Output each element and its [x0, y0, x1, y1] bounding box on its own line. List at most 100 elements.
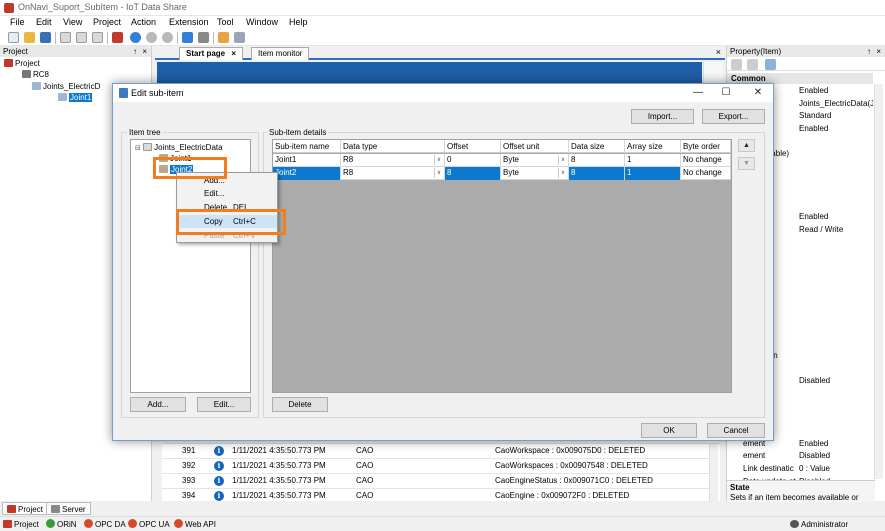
- move-down-button[interactable]: ▼: [738, 157, 755, 170]
- cell-data-type[interactable]: R8 ∨: [341, 154, 445, 167]
- categorized-icon[interactable]: [731, 59, 742, 70]
- pin-icon[interactable]: ↑: [133, 46, 137, 57]
- tab-start-page[interactable]: Start page ×: [179, 47, 244, 60]
- copy-icon[interactable]: [76, 32, 87, 43]
- tree-item-joints-electric[interactable]: Joints_ElectricD: [32, 81, 100, 92]
- menu-file[interactable]: File: [10, 17, 25, 27]
- menu-item-edit[interactable]: Edit...: [177, 187, 277, 200]
- info-icon: i: [214, 446, 224, 456]
- menu-view[interactable]: View: [63, 17, 82, 27]
- chevron-down-icon[interactable]: ∨: [558, 168, 567, 178]
- chevron-down-icon[interactable]: ∨: [434, 168, 443, 178]
- tree-item-rc8[interactable]: RC8: [22, 69, 49, 80]
- property-pages-icon[interactable]: [765, 59, 776, 70]
- tools-icon[interactable]: [234, 32, 245, 43]
- export-button[interactable]: Export...: [702, 109, 765, 124]
- menu-action[interactable]: Action: [131, 17, 156, 27]
- tab-item-monitor[interactable]: Item monitor: [251, 47, 310, 60]
- close-icon[interactable]: ×: [142, 46, 147, 57]
- col-offset[interactable]: Offset: [445, 140, 501, 153]
- cell-offset[interactable]: 8: [445, 167, 501, 180]
- close-tab-icon[interactable]: ×: [231, 49, 236, 58]
- import-button[interactable]: Import...: [631, 109, 694, 124]
- save-icon[interactable]: [40, 32, 51, 43]
- log-scrollbar[interactable]: [709, 444, 718, 502]
- menu-project[interactable]: Project: [93, 17, 121, 27]
- chevron-down-icon[interactable]: ∨: [434, 155, 443, 165]
- property-scrollbar[interactable]: [874, 84, 883, 479]
- menu-tool[interactable]: Tool: [217, 17, 234, 27]
- maximize-button[interactable]: ☐: [719, 86, 733, 100]
- menu-help[interactable]: Help: [289, 17, 308, 27]
- cell-name[interactable]: Joint1: [273, 154, 341, 167]
- minimize-button[interactable]: —: [691, 86, 705, 100]
- col-offset-unit[interactable]: Offset unit: [501, 140, 569, 153]
- dialog-title: Edit sub-item: [131, 88, 184, 98]
- stop-icon[interactable]: [162, 32, 173, 43]
- cell-byte-order[interactable]: No change: [681, 154, 731, 167]
- settings-icon[interactable]: [198, 32, 209, 43]
- paste-icon[interactable]: [92, 32, 103, 43]
- item-icon: [32, 82, 41, 90]
- sort-icon[interactable]: [747, 59, 758, 70]
- open-folder-icon[interactable]: [24, 32, 35, 43]
- cell-data-size[interactable]: 8: [569, 167, 625, 180]
- col-subitem-name[interactable]: Sub-item name: [273, 140, 341, 153]
- close-icon[interactable]: ×: [876, 46, 881, 57]
- table-row-selected[interactable]: Joint2 R8 ∨ 8 Byte ∨ 8 1 No change: [273, 167, 731, 180]
- move-up-button[interactable]: ▲: [738, 139, 755, 152]
- add-button[interactable]: Add...: [130, 397, 186, 412]
- dialog-titlebar: Edit sub-item — ☐ ✕: [113, 84, 773, 102]
- pin-icon[interactable]: ↑: [867, 46, 871, 57]
- window-title: OnNavi_Suport_SubItem - IoT Data Share: [18, 2, 187, 12]
- cell-array-size[interactable]: 1: [625, 154, 681, 167]
- collapse-icon[interactable]: ⊟: [135, 145, 141, 152]
- tree-item-project[interactable]: Project: [4, 58, 40, 69]
- pause-icon[interactable]: [146, 32, 157, 43]
- edit-subitem-dialog: Edit sub-item — ☐ ✕ Import... Export... …: [112, 83, 774, 441]
- col-data-type[interactable]: Data type: [341, 140, 445, 153]
- cell-offset-unit[interactable]: Byte ∨: [501, 167, 569, 180]
- table-row[interactable]: 392 i 1/11/2021 4:35:50.773 PM CAO CaoWo…: [162, 459, 710, 474]
- cell-offset-unit[interactable]: Byte ∨: [501, 154, 569, 167]
- cut-icon[interactable]: [60, 32, 71, 43]
- tab-server[interactable]: Server: [46, 502, 91, 515]
- col-byte-order[interactable]: Byte order: [681, 140, 731, 153]
- ok-button[interactable]: OK: [641, 423, 697, 438]
- cell-array-size[interactable]: 1: [625, 167, 681, 180]
- delete-button[interactable]: Delete: [272, 397, 328, 412]
- tree-item-joint1[interactable]: Joint1: [58, 92, 93, 103]
- table-row[interactable]: Joint1 R8 ∨ 0 Byte ∨ 8 1 No change: [273, 154, 731, 167]
- edit-button[interactable]: Edit...: [197, 397, 251, 412]
- tree-item-root[interactable]: ⊟ Joints_ElectricData: [135, 142, 223, 153]
- cell-data-type[interactable]: R8 ∨: [341, 167, 445, 180]
- col-array-size[interactable]: Array size: [625, 140, 681, 153]
- callout-copy: [176, 209, 286, 235]
- subitem-icon: [58, 93, 67, 101]
- tab-project[interactable]: Project: [2, 502, 48, 515]
- cell-byte-order[interactable]: No change: [681, 167, 731, 180]
- property-value: Standard: [799, 111, 832, 121]
- table-row[interactable]: 391 i 1/11/2021 4:35:50.773 PM CAO CaoWo…: [162, 444, 710, 459]
- col-data-size[interactable]: Data size: [569, 140, 625, 153]
- close-button[interactable]: ✕: [751, 86, 765, 100]
- menu-extension[interactable]: Extension: [169, 17, 209, 27]
- property-value: Disabled: [799, 451, 831, 461]
- cancel-button[interactable]: Cancel: [707, 423, 765, 438]
- table-row[interactable]: 393 i 1/11/2021 4:35:50.773 PM CAO CaoEn…: [162, 474, 710, 489]
- wrench-icon[interactable]: [218, 32, 229, 43]
- chevron-down-icon[interactable]: ∨: [558, 155, 567, 165]
- toolbox-icon[interactable]: [112, 32, 123, 43]
- menu-window[interactable]: Window: [246, 17, 278, 27]
- play-icon[interactable]: [130, 32, 141, 43]
- monitor-icon[interactable]: [182, 32, 193, 43]
- new-file-icon[interactable]: [8, 32, 19, 43]
- close-doc-icon[interactable]: ×: [716, 47, 721, 57]
- cell-data-size[interactable]: 8: [569, 154, 625, 167]
- property-row[interactable]: ement Disabled: [727, 450, 873, 462]
- property-row[interactable]: Link destinatic 0 : Value: [727, 463, 873, 475]
- property-toolbar: [727, 57, 885, 71]
- cell-name[interactable]: Joint2: [273, 167, 341, 180]
- menu-edit[interactable]: Edit: [36, 17, 52, 27]
- cell-offset[interactable]: 0: [445, 154, 501, 167]
